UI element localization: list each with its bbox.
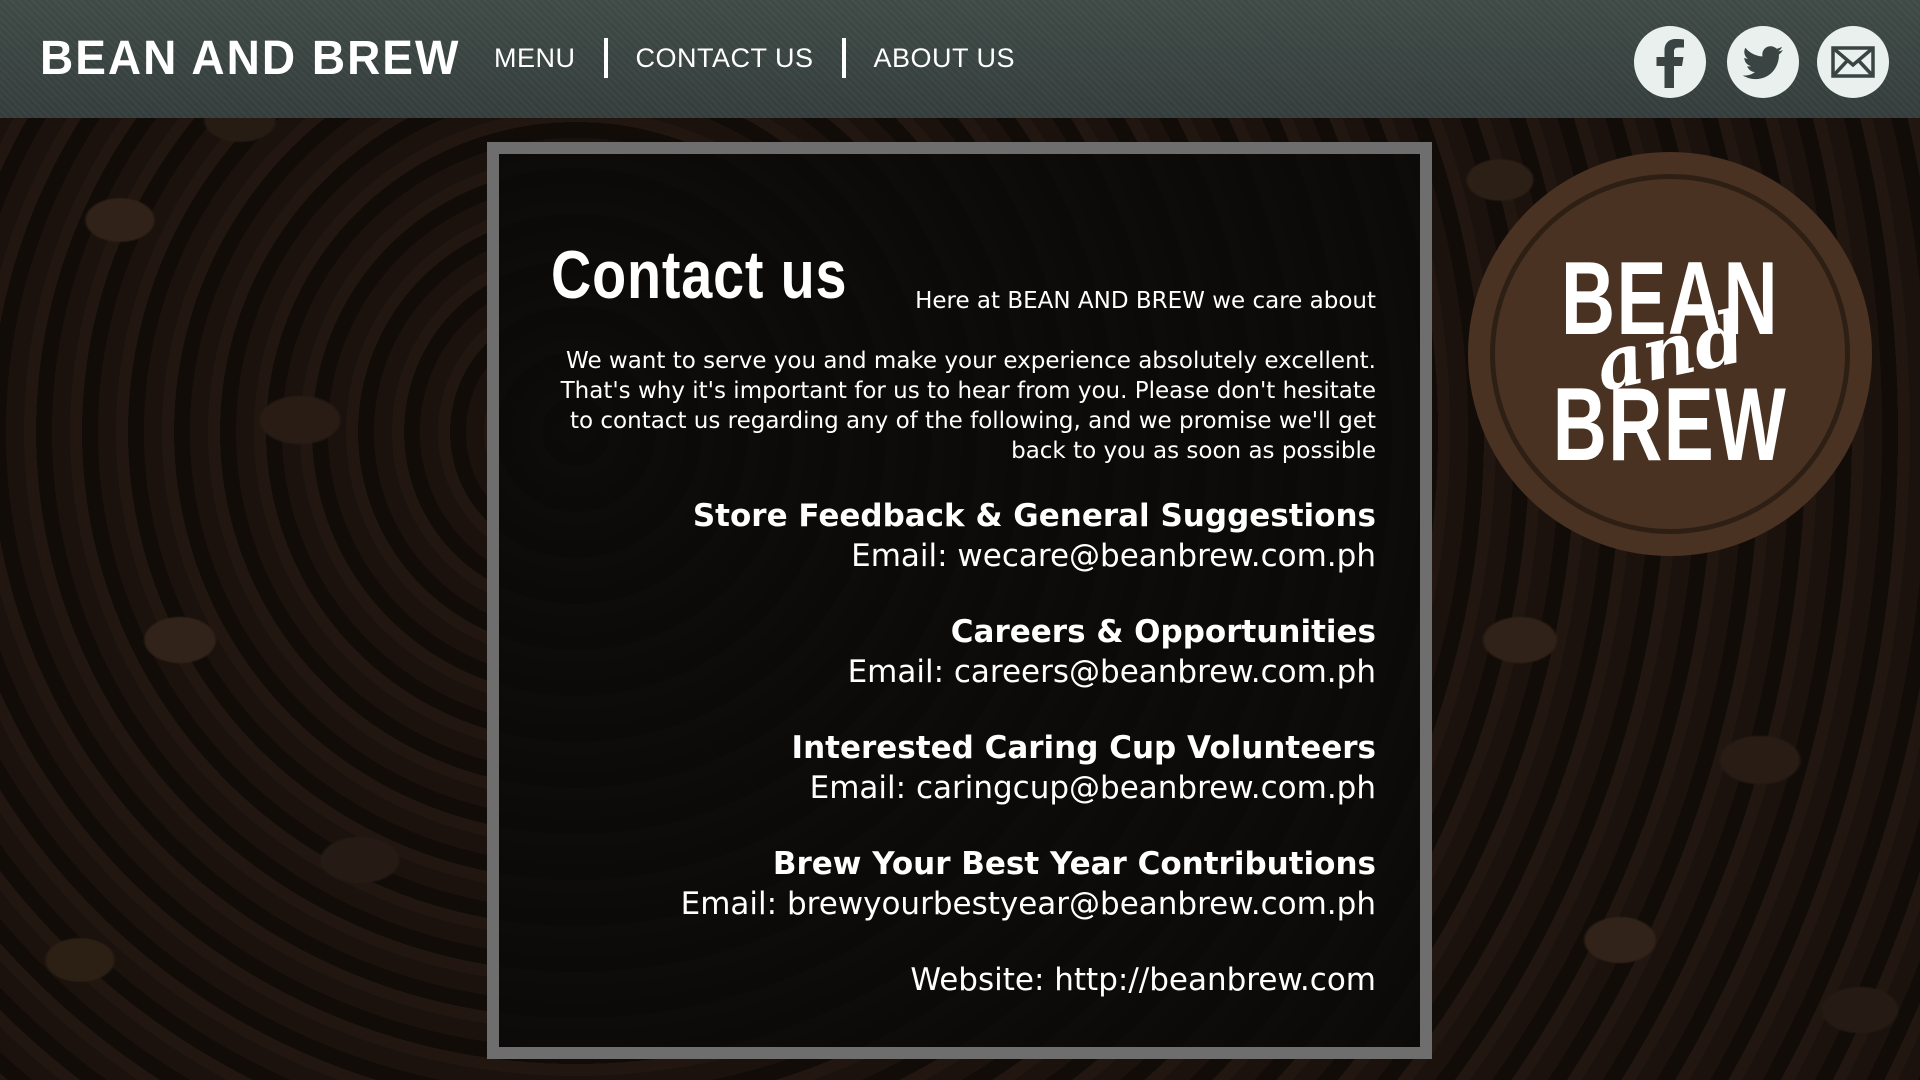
brand-logo-text[interactable]: BEAN AND BREW bbox=[40, 29, 460, 86]
section-title: Careers & Opportunities bbox=[950, 614, 1376, 650]
facebook-icon[interactable] bbox=[1634, 26, 1706, 98]
nav-contact-link[interactable]: CONTACT US bbox=[636, 43, 814, 74]
section-title: Store Feedback & General Suggestions bbox=[692, 498, 1376, 534]
contact-panel: Contact us Here at BEAN AND BREW we care… bbox=[487, 142, 1432, 1059]
section-title: Interested Caring Cup Volunteers bbox=[791, 730, 1376, 766]
contact-section-feedback: Store Feedback & General Suggestions Ema… bbox=[556, 496, 1376, 576]
bean-and-brew-logo-badge: BEAN and BREW bbox=[1468, 152, 1872, 556]
email-link[interactable]: Email: wecare@beanbrew.com.ph bbox=[556, 536, 1376, 576]
top-header: BEAN AND BREW MENU CONTACT US ABOUT US bbox=[0, 0, 1920, 118]
nav-divider bbox=[841, 38, 846, 78]
email-link[interactable]: Email: brewyourbestyear@beanbrew.com.ph bbox=[556, 884, 1376, 924]
email-link[interactable]: Email: careers@beanbrew.com.ph bbox=[556, 652, 1376, 692]
contact-body: Here at BEAN AND BREW we care about We w… bbox=[556, 286, 1376, 1000]
nav-divider bbox=[603, 38, 608, 78]
contact-section-contributions: Brew Your Best Year Contributions Email:… bbox=[556, 844, 1376, 924]
contact-section-volunteers: Interested Caring Cup Volunteers Email: … bbox=[556, 728, 1376, 808]
website-link[interactable]: Website: http://beanbrew.com bbox=[556, 960, 1376, 1000]
intro-paragraph: We want to serve you and make your exper… bbox=[560, 348, 1376, 464]
email-link[interactable]: Email: caringcup@beanbrew.com.ph bbox=[556, 768, 1376, 808]
logo-text-brew: BREW bbox=[1552, 367, 1788, 483]
contact-section-careers: Careers & Opportunities Email: careers@b… bbox=[556, 612, 1376, 692]
nav-menu-link[interactable]: MENU bbox=[494, 43, 576, 74]
twitter-icon[interactable] bbox=[1727, 26, 1799, 98]
main-nav: MENU CONTACT US ABOUT US bbox=[494, 38, 1015, 78]
mail-icon[interactable] bbox=[1817, 26, 1889, 98]
section-title: Brew Your Best Year Contributions bbox=[772, 846, 1376, 882]
nav-about-link[interactable]: ABOUT US bbox=[874, 43, 1016, 74]
intro-lead-text: Here at BEAN AND BREW we care about bbox=[915, 288, 1376, 314]
